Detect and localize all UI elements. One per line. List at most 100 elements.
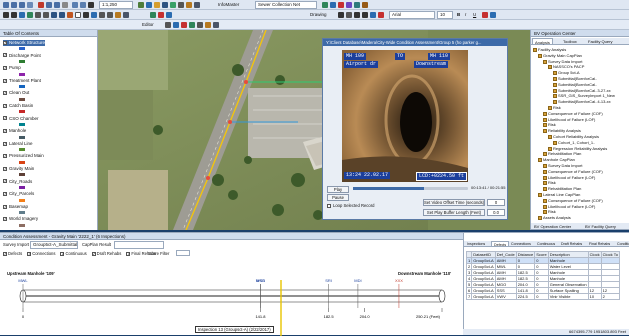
filter-checkbox[interactable]: ✓	[60, 251, 65, 256]
loop-record-option[interactable]: Loop Selected Record	[327, 203, 374, 208]
layer-visibility-checkbox[interactable]: ✓	[3, 91, 7, 96]
analysis-tree-item[interactable]: Consequence of Failure (COF)	[543, 169, 603, 174]
help-icon[interactable]	[194, 2, 200, 8]
filter-checkbox[interactable]: ✓	[3, 251, 7, 256]
draw-text-icon[interactable]	[362, 12, 368, 18]
analysis-tree-item[interactable]: Submittal(BornforCal..	[553, 82, 597, 87]
layer-tool2-icon[interactable]	[330, 2, 336, 8]
layer-visibility-checkbox[interactable]: ✓	[3, 204, 7, 209]
network-flag-icon[interactable]	[158, 12, 164, 18]
analysis-tree-item[interactable]: Rehabilitation Plan	[543, 151, 581, 156]
zoom-out-icon[interactable]	[11, 12, 17, 18]
cut-polygon-icon[interactable]	[189, 22, 195, 28]
layer-visibility-checkbox[interactable]: ✓	[3, 179, 7, 184]
catalog-icon[interactable]	[154, 2, 160, 8]
score-filter-box[interactable]	[176, 250, 190, 256]
draw-line-color-icon[interactable]	[378, 12, 384, 18]
add-data-icon[interactable]	[88, 2, 94, 8]
set-offset-button[interactable]: Set Video Offset Time (seconds)	[423, 199, 485, 206]
network-trace-icon[interactable]	[166, 12, 172, 18]
layer-tool4-icon[interactable]	[346, 2, 352, 8]
play-button[interactable]: Play	[327, 186, 349, 193]
column-header[interactable]: Score	[534, 251, 549, 258]
loop-checkbox[interactable]	[327, 203, 331, 208]
offset-input[interactable]: 0	[487, 199, 505, 206]
filter-option[interactable]: ✓Continuous	[60, 251, 87, 256]
tab-analysis[interactable]: Analysis	[532, 38, 553, 45]
layer-tool5-icon[interactable]	[354, 2, 360, 8]
forward-extent-icon[interactable]	[59, 12, 65, 18]
new-icon[interactable]	[3, 2, 9, 8]
layer-visibility-checkbox[interactable]: ✓	[3, 78, 7, 83]
draw-rectangle-icon[interactable]	[354, 12, 360, 18]
reshape-icon[interactable]	[181, 22, 187, 28]
analysis-tree-item[interactable]: Likelihood of Failure (LOF)	[543, 117, 595, 122]
scale-combo[interactable]: 1:1,250	[99, 1, 133, 9]
layer-visibility-checkbox[interactable]: ✓	[3, 166, 7, 171]
analysis-tree-item[interactable]: SSR_GIS_SurveyImport 1_New	[553, 93, 615, 98]
python-icon[interactable]	[178, 2, 184, 8]
layer-visibility-checkbox[interactable]: ✓	[3, 103, 7, 108]
font-size-combo[interactable]: 10	[437, 11, 453, 19]
detail-tab[interactable]: Connections	[509, 241, 533, 247]
layer-visibility-checkbox[interactable]: ✓	[3, 141, 7, 146]
fixed-zoom-out-icon[interactable]	[43, 12, 49, 18]
pause-button[interactable]: Pause	[327, 194, 349, 201]
detail-tab[interactable]: Condition Score	[615, 241, 629, 247]
analysis-tree-item[interactable]: Risk	[548, 105, 561, 110]
detail-tab[interactable]: Inspections	[465, 241, 487, 247]
font-combo[interactable]: Arial	[389, 11, 435, 19]
sketch-props-icon[interactable]	[205, 22, 211, 28]
tab-bv-facility-query[interactable]: BV Facility Query	[583, 223, 618, 230]
column-header[interactable]: Def_Code	[494, 251, 517, 258]
filter-checkbox[interactable]: ✓	[91, 251, 96, 256]
layer-combo[interactable]: Sewer Collection Net	[255, 1, 317, 9]
analysis-tree-item[interactable]: Risk	[543, 209, 556, 214]
layer-visibility-checkbox[interactable]: ✓	[3, 217, 7, 222]
detail-tab[interactable]: Draft Rehabs	[559, 241, 584, 247]
select-features-icon[interactable]	[67, 12, 73, 18]
layer-visibility-checkbox[interactable]: ✓	[3, 53, 7, 58]
filter-option[interactable]: ✓Defects	[3, 251, 22, 256]
save-icon[interactable]	[19, 2, 25, 8]
editor-menu[interactable]: Editor	[142, 21, 154, 29]
bold-button[interactable]: B	[457, 11, 460, 19]
html-popup-icon[interactable]	[123, 12, 129, 18]
analysis-tree-item[interactable]: Submittal(BornforCal..	[553, 76, 597, 81]
analysis-tree-item[interactable]: Survey Data Import	[543, 59, 582, 64]
video-player-window[interactable]: Y:\Client Database\Madera\City-Wide Cond…	[322, 38, 508, 220]
detail-tab[interactable]: Continuous	[535, 241, 557, 247]
measure-icon[interactable]	[107, 12, 113, 18]
table-row[interactable]: 7 Group5ct-A VWV 224.5 0 Vinir Visible 10 2	[465, 293, 620, 300]
select-elements-icon[interactable]	[83, 12, 89, 18]
print-icon[interactable]	[27, 2, 33, 8]
analysis-tree-item[interactable]: Risk	[543, 122, 556, 127]
undo-icon[interactable]	[72, 2, 78, 8]
model-builder-icon[interactable]	[186, 2, 192, 8]
filter-checkbox[interactable]: ✓	[126, 251, 131, 256]
cut-icon[interactable]	[38, 2, 44, 8]
analysis-tree-item[interactable]: Survey Data Import	[543, 163, 582, 168]
layer-visibility-checkbox[interactable]: ✓	[3, 129, 7, 133]
editor-icon[interactable]	[138, 2, 144, 8]
analysis-tree-item[interactable]: NASSCO's PACP	[548, 64, 584, 69]
layer-tool-icon[interactable]	[322, 2, 328, 8]
analysis-tree-item[interactable]: Consequence of Failure (COF)	[543, 198, 603, 203]
analysis-tree-item[interactable]: Consequence of Failure (COF)	[543, 111, 603, 116]
analysis-tree-item[interactable]: Group 5ct-A	[553, 70, 580, 75]
column-header[interactable]: Clock	[587, 251, 602, 258]
pan-icon[interactable]	[19, 12, 25, 18]
capplan-combo[interactable]	[114, 241, 164, 249]
underline-button[interactable]: U	[473, 11, 476, 19]
set-buffer-button[interactable]: Set Play Buffer Length (Feet)	[423, 209, 485, 216]
tab-operation-center[interactable]: BV Operation Center	[532, 223, 573, 230]
paste-icon[interactable]	[54, 2, 60, 8]
attributes-icon[interactable]	[197, 22, 203, 28]
video-seek-track[interactable]	[353, 187, 468, 190]
back-extent-icon[interactable]	[51, 12, 57, 18]
draw-fill-icon[interactable]	[370, 12, 376, 18]
layer-tool6-icon[interactable]	[362, 2, 368, 8]
filter-option[interactable]: ✓Draft Rehabs	[91, 251, 121, 256]
analysis-tree-item[interactable]: Submittal(BornforCal..3-27-xx	[553, 88, 611, 93]
zoom-in-icon[interactable]	[3, 12, 9, 18]
